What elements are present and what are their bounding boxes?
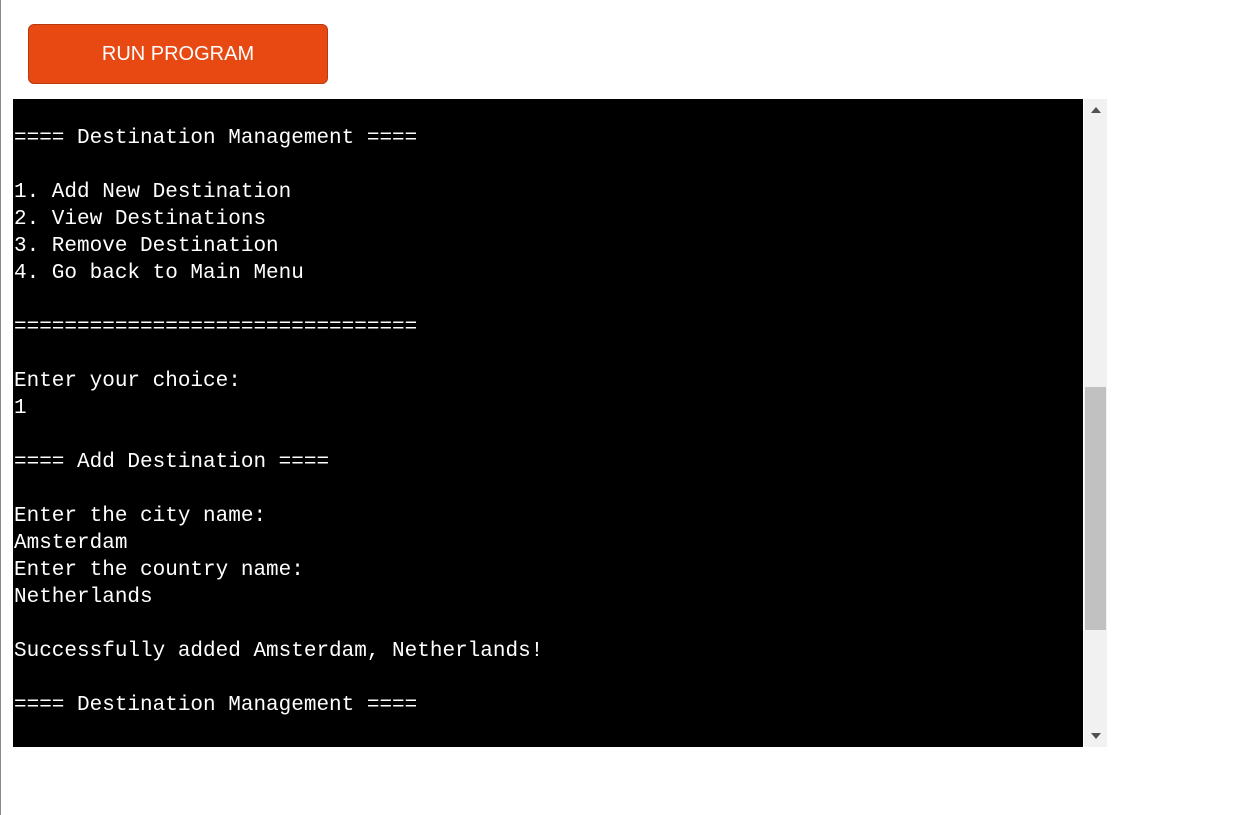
terminal-line: ==== Add Destination ==== [14, 451, 330, 474]
terminal-line: ==== Destination Management ==== [14, 127, 418, 150]
terminal-line: ================================ [14, 316, 418, 339]
terminal-line: 3. Remove Destination [14, 235, 279, 258]
chevron-down-icon [1090, 733, 1101, 739]
page-left-border [0, 0, 1, 815]
terminal-scrollbar[interactable] [1084, 99, 1107, 747]
terminal-line: Enter the country name: [14, 559, 304, 582]
run-program-label: RUN PROGRAM [101, 42, 255, 65]
terminal-line: 1 [14, 397, 27, 420]
scroll-up-button[interactable] [1084, 99, 1107, 121]
run-program-button[interactable]: RUN PROGRAM [28, 24, 328, 84]
terminal-line: 4. Go back to Main Menu [14, 262, 304, 285]
terminal-output[interactable]: ==== Destination Management ==== 1. Add N… [13, 99, 1083, 747]
terminal-line: ==== Destination Management ==== [14, 694, 418, 717]
terminal-lines: ==== Destination Management ==== 1. Add N… [14, 125, 543, 719]
terminal-line: 1. Add New Destination [14, 181, 292, 204]
terminal-line: Netherlands [14, 586, 153, 609]
terminal-line: Enter your choice: [14, 370, 241, 393]
scroll-thumb[interactable] [1085, 387, 1106, 630]
chevron-up-icon [1090, 107, 1101, 113]
terminal-line: 2. View Destinations [14, 208, 267, 231]
scroll-down-button[interactable] [1084, 725, 1107, 747]
terminal-line: Enter the city name: [14, 505, 267, 528]
terminal-line: Successfully added Amsterdam, Netherland… [14, 640, 544, 663]
terminal-line: Amsterdam [14, 532, 128, 555]
